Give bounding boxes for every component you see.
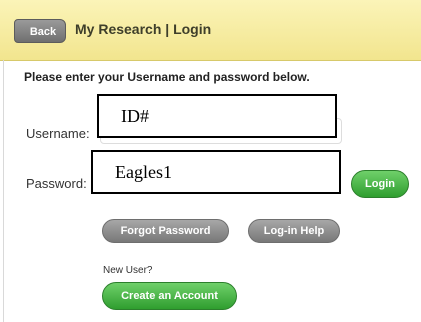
login-instructions: Please enter your Username and password … [24,70,310,84]
forgot-password-button[interactable]: Forgot Password [102,219,229,243]
new-user-label: New User? [103,265,153,276]
login-button[interactable]: Login [351,170,409,198]
left-divider [3,60,4,322]
username-label: Username: [26,126,90,141]
username-field[interactable]: ID# [97,94,337,138]
password-label: Password: [26,176,87,191]
header-bar: Back My Research | Login [0,0,421,61]
create-account-button[interactable]: Create an Account [102,282,237,310]
page-title: My Research | Login [75,21,212,37]
back-button[interactable]: Back [14,19,66,43]
password-field[interactable]: Eagles1 [91,150,341,194]
login-help-button[interactable]: Log-in Help [248,219,340,243]
